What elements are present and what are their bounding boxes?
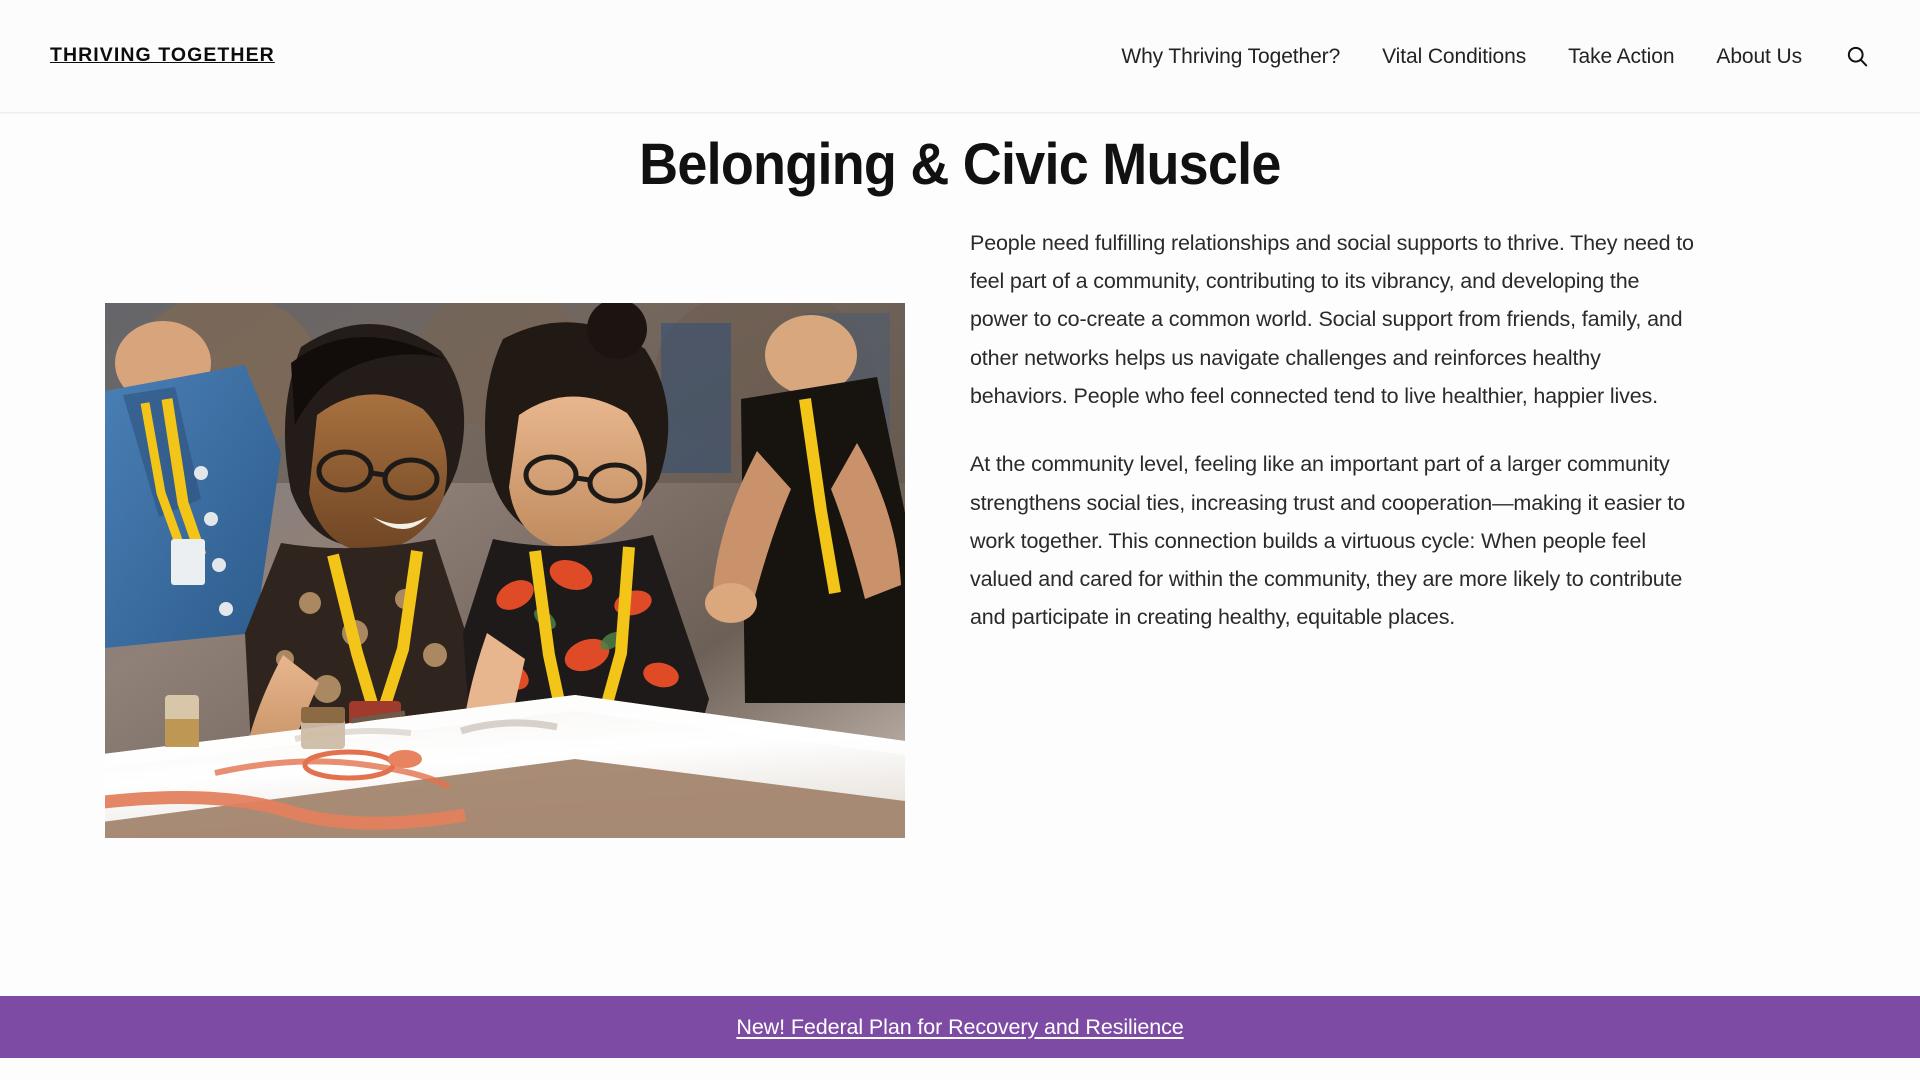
nav-item-vital-conditions[interactable]: Vital Conditions: [1361, 46, 1547, 67]
body-paragraph-1: People need fulfilling relationships and…: [970, 230, 1694, 409]
photo-illustration: [105, 302, 905, 838]
promo-banner-link[interactable]: New! Federal Plan for Recovery and Resil…: [736, 1015, 1183, 1040]
body-paragraph-2: At the community level, feeling like an …: [970, 452, 1686, 630]
site-header: THRIVING TOGETHER Why Thriving Together?…: [0, 0, 1920, 113]
promo-banner: New! Federal Plan for Recovery and Resil…: [0, 996, 1920, 1058]
search-icon: [1845, 44, 1870, 69]
nav-item-about-us[interactable]: About Us: [1695, 46, 1823, 67]
page-title-container: Belonging & Civic Muscle: [0, 113, 1920, 198]
media-column: Two women leaning over a large white tab…: [50, 216, 960, 838]
community-art-workshop-photo: Two women leaning over a large white tab…: [105, 302, 905, 838]
main-content: Two women leaning over a large white tab…: [0, 216, 1920, 838]
nav-item-take-action[interactable]: Take Action: [1547, 46, 1695, 67]
site-logo[interactable]: THRIVING TOGETHER: [50, 46, 275, 66]
nav-item-why-thriving-together[interactable]: Why Thriving Together?: [1100, 46, 1361, 67]
text-column: People need fulfilling relationships and…: [960, 216, 1870, 637]
search-button[interactable]: [1823, 44, 1874, 69]
page-title: Belonging & Civic Muscle: [639, 132, 1281, 197]
main-navigation: Why Thriving Together? Vital Conditions …: [1100, 44, 1874, 69]
